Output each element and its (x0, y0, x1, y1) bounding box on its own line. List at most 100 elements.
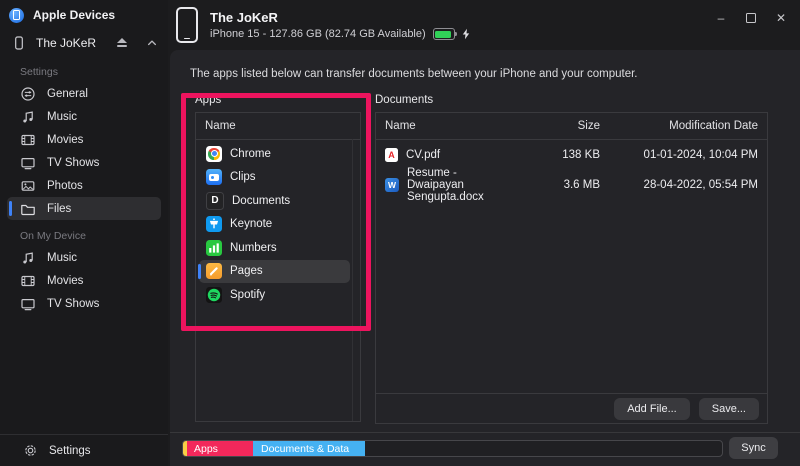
description-text: The apps listed below can transfer docum… (190, 68, 637, 80)
sidebar-section-settings: Settings (0, 56, 168, 82)
maximize-button[interactable] (736, 8, 766, 28)
apps-column-header: Name (196, 113, 360, 140)
app-title-row: Apple Devices (0, 0, 168, 30)
save-button[interactable]: Save... (699, 398, 759, 420)
documents-app-icon: D (206, 192, 224, 210)
maximize-icon (746, 13, 756, 23)
movies-icon (20, 132, 36, 148)
photos-icon (20, 178, 36, 194)
sidebar-section-on-my-device: On My Device (0, 220, 168, 246)
app-name: Keynote (230, 218, 272, 230)
device-name: The JoKeR (36, 36, 107, 50)
column-name: Name (376, 120, 515, 132)
file-size: 3.6 MB (515, 179, 600, 191)
app-name: Numbers (230, 242, 277, 254)
column-modification-date: Modification Date (600, 120, 767, 132)
app-name: Pages (230, 265, 263, 277)
document-row-cv-pdf[interactable]: A CV.pdf 138 KB 01-01-2024, 10:04 PM (376, 140, 767, 170)
app-row-spotify[interactable]: Spotify (199, 283, 350, 307)
sidebar-item-label: TV Shows (47, 157, 99, 169)
sidebar-nav-on-device: Music Movies TV Shows (0, 246, 168, 315)
minimize-button[interactable]: – (706, 8, 736, 28)
keynote-app-icon (206, 216, 222, 232)
word-file-icon: W (385, 178, 399, 192)
app-name: Documents (232, 195, 290, 207)
apps-scrollbar[interactable] (352, 139, 360, 421)
storage-usage-bar: Apps Documents & Data (182, 440, 723, 457)
sidebar: Apple Devices The JoKeR Settings General (0, 0, 168, 466)
app-row-chrome[interactable]: Chrome (199, 142, 350, 166)
clips-app-icon (206, 169, 222, 185)
gear-icon (22, 443, 38, 459)
sidebar-item-label: Music (47, 252, 77, 264)
battery-icon (433, 28, 455, 40)
app-row-keynote[interactable]: Keynote (199, 213, 350, 237)
app-name: Clips (230, 171, 256, 183)
sidebar-item-label: Movies (47, 275, 83, 287)
apps-list: Name Chrome Clips D Documents (195, 112, 361, 422)
general-icon (20, 86, 36, 102)
window-controls: – ✕ (706, 8, 796, 28)
app-row-numbers[interactable]: Numbers (199, 236, 350, 260)
sidebar-item-label: Music (47, 111, 77, 123)
numbers-app-icon (206, 240, 222, 256)
sync-button[interactable]: Sync (729, 437, 778, 459)
tv-icon (20, 296, 36, 312)
settings-label: Settings (49, 445, 91, 457)
iphone-icon (176, 7, 198, 43)
documents-header-row: Name Size Modification Date (376, 113, 767, 140)
sidebar-item-movies[interactable]: Movies (7, 128, 161, 151)
documents-table: Name Size Modification Date A CV.pdf 138… (375, 112, 768, 424)
sidebar-item-label: TV Shows (47, 298, 99, 310)
sidebar-item-files[interactable]: Files (7, 197, 161, 220)
sidebar-item-music[interactable]: Music (7, 105, 161, 128)
documents-footer: Add File... Save... (376, 393, 767, 423)
apple-devices-app-icon (9, 8, 24, 23)
sidebar-item-device-tv-shows[interactable]: TV Shows (7, 292, 161, 315)
settings-button[interactable]: Settings (0, 434, 168, 466)
add-file-button[interactable]: Add File... (614, 398, 690, 420)
sidebar-item-device-music[interactable]: Music (7, 246, 161, 269)
file-modified: 01-01-2024, 10:04 PM (600, 149, 767, 161)
device-info: iPhone 15 - 127.86 GB (82.74 GB Availabl… (210, 28, 470, 40)
sidebar-item-label: General (47, 88, 88, 100)
sidebar-item-tv-shows[interactable]: TV Shows (7, 151, 161, 174)
content-panel: The apps listed below can transfer docum… (170, 50, 800, 466)
app-row-documents[interactable]: D Documents (199, 189, 350, 213)
device-info-text: iPhone 15 - 127.86 GB (82.74 GB Availabl… (210, 28, 426, 40)
music-icon (20, 109, 36, 125)
app-name: Chrome (230, 148, 271, 160)
app-row-pages[interactable]: Pages (199, 260, 350, 284)
storage-segment-documents-data: Documents & Data (253, 441, 365, 456)
storage-segment-apps: Apps (187, 441, 253, 456)
device-selector[interactable]: The JoKeR (0, 30, 168, 56)
device-title: The JoKeR (210, 10, 470, 25)
file-size: 138 KB (515, 149, 600, 161)
sidebar-item-label: Photos (47, 180, 83, 192)
music-icon (20, 250, 36, 266)
sidebar-item-device-movies[interactable]: Movies (7, 269, 161, 292)
chevron-up-icon[interactable] (146, 37, 158, 49)
file-modified: 28-04-2022, 05:54 PM (600, 179, 767, 191)
device-header: The JoKeR iPhone 15 - 127.86 GB (82.74 G… (176, 7, 470, 43)
close-button[interactable]: ✕ (766, 8, 796, 28)
spotify-app-icon (206, 287, 222, 303)
documents-panel-title: Documents (375, 94, 433, 106)
pages-app-icon (206, 263, 222, 279)
sidebar-item-label: Movies (47, 134, 83, 146)
charging-bolt-icon (462, 28, 470, 40)
movies-icon (20, 273, 36, 289)
app-row-clips[interactable]: Clips (199, 166, 350, 190)
sidebar-item-photos[interactable]: Photos (7, 174, 161, 197)
sidebar-nav: General Music Movies TV Shows (0, 82, 168, 220)
sidebar-item-general[interactable]: General (7, 82, 161, 105)
bottom-divider (170, 432, 800, 433)
apps-panel-title: Apps (195, 94, 221, 106)
pdf-file-icon: A (385, 148, 398, 163)
column-size: Size (515, 120, 600, 132)
main-area: The JoKeR iPhone 15 - 127.86 GB (82.74 G… (168, 0, 800, 466)
eject-icon[interactable] (116, 38, 127, 48)
file-name: Resume - Dwaipayan Sengupta.docx (407, 167, 515, 203)
folder-icon (20, 201, 36, 217)
document-row-resume-docx[interactable]: W Resume - Dwaipayan Sengupta.docx 3.6 M… (376, 170, 767, 200)
